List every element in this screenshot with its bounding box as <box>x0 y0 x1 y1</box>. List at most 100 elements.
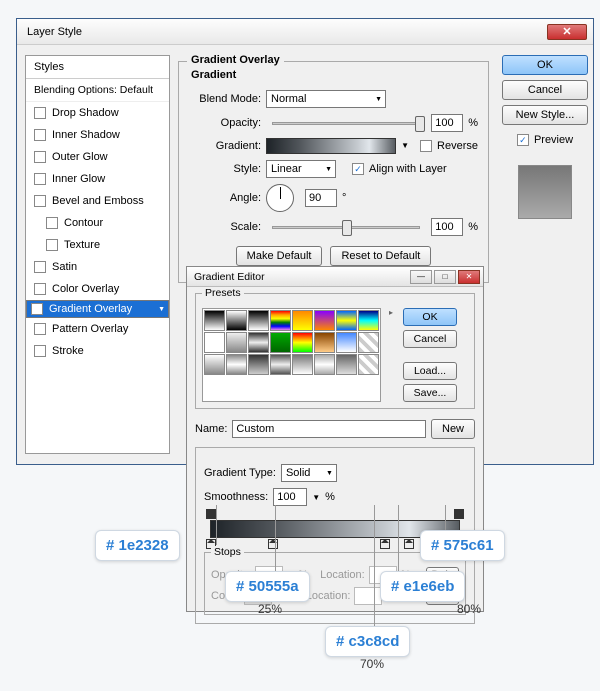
opacity-stop[interactable] <box>454 509 464 519</box>
preset-swatch[interactable] <box>358 310 379 331</box>
style-texture[interactable]: Texture <box>26 234 169 256</box>
preset-swatch[interactable] <box>336 354 357 375</box>
maximize-icon[interactable]: □ <box>434 270 456 284</box>
ge-ok-button[interactable]: OK <box>403 308 457 326</box>
chevron-down-icon[interactable]: ▼ <box>312 493 320 502</box>
gradient-preview[interactable] <box>266 138 396 154</box>
opacity-stop[interactable] <box>206 509 216 519</box>
checkbox-icon[interactable] <box>34 151 46 163</box>
style-pattern-overlay[interactable]: Pattern Overlay <box>26 318 169 340</box>
make-default-button[interactable]: Make Default <box>236 246 323 266</box>
preset-swatch[interactable] <box>226 310 247 331</box>
preset-swatch[interactable] <box>204 354 225 375</box>
new-gradient-button[interactable]: New <box>431 419 475 439</box>
preset-swatch[interactable] <box>226 354 247 375</box>
checkbox-icon[interactable] <box>34 195 46 207</box>
preset-swatch[interactable] <box>292 332 313 353</box>
callout-pct-25: 25% <box>258 602 282 616</box>
style-contour[interactable]: Contour <box>26 212 169 234</box>
blend-mode-select[interactable]: Normal <box>266 90 386 108</box>
preset-swatches <box>202 308 381 402</box>
preset-swatch[interactable] <box>314 332 335 353</box>
color-stop[interactable] <box>404 539 414 549</box>
preset-swatch[interactable] <box>248 310 269 331</box>
angle-dial[interactable] <box>266 184 294 212</box>
ge-save-button[interactable]: Save... <box>403 384 457 402</box>
titlebar[interactable]: Gradient Editor — □ ✕ <box>187 267 483 287</box>
preset-swatch[interactable] <box>336 310 357 331</box>
presets-group: Presets ▸ OK Cancel Load... Save... <box>195 293 475 409</box>
preset-swatch[interactable] <box>314 354 335 375</box>
preset-swatch[interactable] <box>292 310 313 331</box>
callout-color-5: # 575c61 <box>420 530 505 561</box>
gradient-name-input[interactable]: Custom <box>232 420 426 438</box>
smoothness-input[interactable]: 100 <box>273 488 307 506</box>
angle-input[interactable]: 90 <box>305 189 337 207</box>
callout-color-3: # c3c8cd <box>325 626 410 657</box>
titlebar[interactable]: Layer Style ✕ <box>17 19 593 45</box>
checkbox-icon[interactable] <box>46 217 58 229</box>
preset-swatch[interactable] <box>314 310 335 331</box>
preset-swatch[interactable] <box>336 332 357 353</box>
style-gradient-overlay[interactable]: ✓Gradient Overlay <box>26 300 169 318</box>
style-bevel-emboss[interactable]: Bevel and Emboss <box>26 190 169 212</box>
new-style-button[interactable]: New Style... <box>502 105 588 125</box>
preview-checkbox[interactable]: ✓ <box>517 134 529 146</box>
ge-load-button[interactable]: Load... <box>403 362 457 380</box>
style-drop-shadow[interactable]: Drop Shadow <box>26 102 169 124</box>
checkbox-icon[interactable] <box>34 129 46 141</box>
preset-swatch[interactable] <box>358 332 379 353</box>
cancel-button[interactable]: Cancel <box>502 80 588 100</box>
style-select[interactable]: Linear <box>266 160 336 178</box>
checkbox-icon[interactable] <box>46 239 58 251</box>
callout-line <box>275 505 276 577</box>
gradient-type-select[interactable]: Solid <box>281 464 337 482</box>
opacity-input[interactable]: 100 <box>431 114 463 132</box>
preset-swatch[interactable] <box>226 332 247 353</box>
checkbox-icon[interactable] <box>34 345 46 357</box>
preset-swatch[interactable] <box>270 310 291 331</box>
ok-button[interactable]: OK <box>502 55 588 75</box>
reverse-checkbox[interactable] <box>420 140 432 152</box>
close-icon[interactable]: ✕ <box>547 24 587 40</box>
preset-swatch[interactable] <box>270 332 291 353</box>
opacity-slider[interactable] <box>272 122 420 125</box>
color-stop[interactable] <box>380 539 390 549</box>
ge-cancel-button[interactable]: Cancel <box>403 330 457 348</box>
style-color-overlay[interactable]: Color Overlay <box>26 278 169 300</box>
stop-location-input <box>354 587 382 605</box>
callout-line <box>216 505 217 545</box>
blending-options[interactable]: Blending Options: Default <box>26 79 169 102</box>
style-satin[interactable]: Satin <box>26 256 169 278</box>
callout-color-4: # e1e6eb <box>380 571 465 602</box>
checkbox-icon[interactable] <box>34 261 46 273</box>
checkbox-icon[interactable] <box>34 283 46 295</box>
preset-swatch[interactable] <box>248 332 269 353</box>
scale-input[interactable]: 100 <box>431 218 463 236</box>
styles-header[interactable]: Styles <box>26 56 169 79</box>
reset-default-button[interactable]: Reset to Default <box>330 246 431 266</box>
preset-swatch[interactable] <box>292 354 313 375</box>
color-stop[interactable] <box>268 539 278 549</box>
preset-swatch[interactable] <box>270 354 291 375</box>
callout-line <box>398 505 399 577</box>
style-outer-glow[interactable]: Outer Glow <box>26 146 169 168</box>
panel-title: Gradient Overlay <box>187 54 284 66</box>
close-icon[interactable]: ✕ <box>458 270 480 284</box>
preset-swatch[interactable] <box>204 332 225 353</box>
preset-swatch[interactable] <box>204 310 225 331</box>
style-inner-shadow[interactable]: Inner Shadow <box>26 124 169 146</box>
checkbox-icon[interactable] <box>34 173 46 185</box>
align-checkbox[interactable]: ✓ <box>352 163 364 175</box>
scale-slider[interactable] <box>272 226 420 229</box>
preset-swatch[interactable] <box>358 354 379 375</box>
minimize-icon[interactable]: — <box>410 270 432 284</box>
preset-swatch[interactable] <box>248 354 269 375</box>
dialog-title: Gradient Editor <box>190 271 408 283</box>
presets-menu-icon[interactable]: ▸ <box>389 308 395 402</box>
style-stroke[interactable]: Stroke <box>26 340 169 362</box>
checkbox-icon[interactable]: ✓ <box>31 303 43 315</box>
style-inner-glow[interactable]: Inner Glow <box>26 168 169 190</box>
checkbox-icon[interactable] <box>34 323 46 335</box>
checkbox-icon[interactable] <box>34 107 46 119</box>
